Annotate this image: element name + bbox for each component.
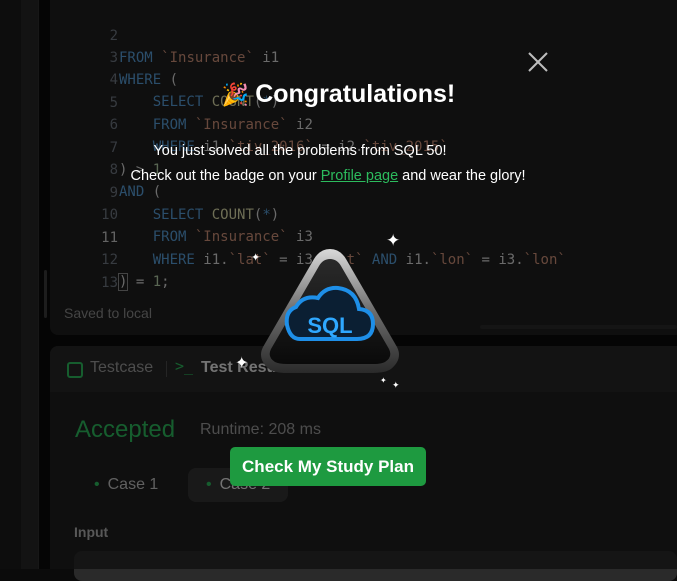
sparkle-icon: ✦	[380, 376, 387, 385]
sparkle-icon: ✦	[235, 355, 249, 372]
sparkle-icon: ✦	[386, 231, 401, 250]
check-study-plan-button[interactable]: Check My Study Plan	[230, 447, 426, 486]
sql-badge: SQL	[245, 235, 415, 395]
message-suffix: and wear the glory!	[402, 168, 526, 184]
close-icon	[528, 52, 548, 72]
message-prefix: Check out the badge on your	[130, 168, 317, 184]
profile-page-link[interactable]: Profile page	[321, 168, 398, 184]
badge-graphic: SQL	[261, 249, 399, 373]
modal-message-line1: You just solved all the problems from SQ…	[153, 143, 447, 159]
modal-title-row: 🎉 Congratulations!	[0, 80, 677, 109]
sparkle-icon: ✦	[251, 252, 261, 264]
modal-message-line2: Check out the badge on your Profile page…	[0, 168, 656, 184]
sparkle-icon: ✦	[392, 380, 400, 390]
party-popper-icon: 🎉	[221, 82, 250, 107]
close-button[interactable]	[525, 49, 551, 75]
badge-label: SQL	[307, 313, 352, 338]
modal-title: Congratulations!	[255, 80, 456, 108]
